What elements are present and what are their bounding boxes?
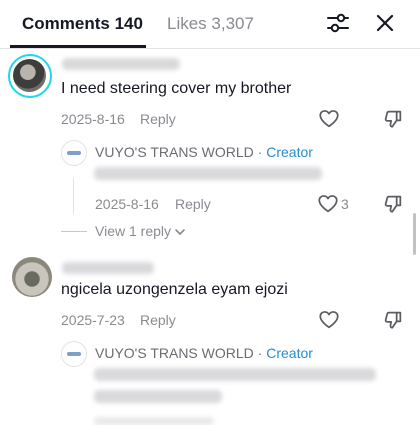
reply-thread-line [73, 178, 74, 214]
thumbs-down-icon[interactable] [382, 193, 404, 215]
close-icon[interactable] [372, 10, 398, 36]
redacted-reply-text [94, 167, 322, 180]
tab-comments[interactable]: Comments 140 [22, 14, 143, 34]
comments-header: Comments 140 Likes 3,307 [0, 0, 420, 49]
creator-name[interactable]: VUYO'S TRANS WORLD [95, 144, 254, 160]
redacted-reply-text [94, 368, 376, 381]
creator-badge: · Creator [257, 345, 313, 361]
scrollbar-thumb[interactable] [413, 213, 416, 255]
reply-button[interactable]: Reply [140, 312, 176, 328]
filter-sliders-icon[interactable] [325, 10, 351, 36]
creator-name[interactable]: VUYO'S TRANS WORLD [95, 345, 254, 361]
view-replies-label: View 1 reply [95, 223, 172, 239]
reply-button[interactable]: Reply [175, 196, 211, 212]
redacted-username [62, 58, 180, 70]
reply-date: 2025-8-16 [95, 196, 159, 212]
like-count: 3 [341, 196, 349, 212]
heart-outline-icon[interactable] [318, 108, 340, 130]
heart-outline-icon[interactable] [317, 193, 339, 215]
active-tab-indicator [10, 45, 146, 48]
thumbs-down-icon[interactable] [382, 309, 404, 331]
comment-text: I need steering cover my brother [61, 80, 292, 97]
creator-reply-header: VUYO'S TRANS WORLD · Creator [95, 345, 313, 361]
comment-date: 2025-8-16 [61, 111, 125, 127]
tab-likes[interactable]: Likes 3,307 [167, 14, 254, 34]
commenter-avatar[interactable] [12, 257, 52, 297]
heart-outline-icon[interactable] [318, 309, 340, 331]
creator-avatar[interactable] [61, 341, 87, 367]
chevron-down-icon[interactable] [173, 225, 187, 239]
view-replies-divider [61, 231, 87, 232]
creator-badge: · Creator [257, 144, 313, 160]
redacted-reply-text [94, 390, 222, 403]
comment-date: 2025-7-23 [61, 312, 125, 328]
comment-text: ngicela uzongenzela eyam ejozi [61, 281, 288, 298]
reply-button[interactable]: Reply [140, 111, 176, 127]
partially-visible-reply-row [94, 417, 214, 425]
commenter-avatar[interactable] [8, 54, 52, 98]
creator-reply-header: VUYO'S TRANS WORLD · Creator [95, 144, 313, 160]
view-replies-link[interactable]: View 1 reply [95, 223, 171, 239]
redacted-username [62, 262, 154, 274]
thumbs-down-icon[interactable] [382, 108, 404, 130]
creator-avatar[interactable] [61, 140, 87, 166]
